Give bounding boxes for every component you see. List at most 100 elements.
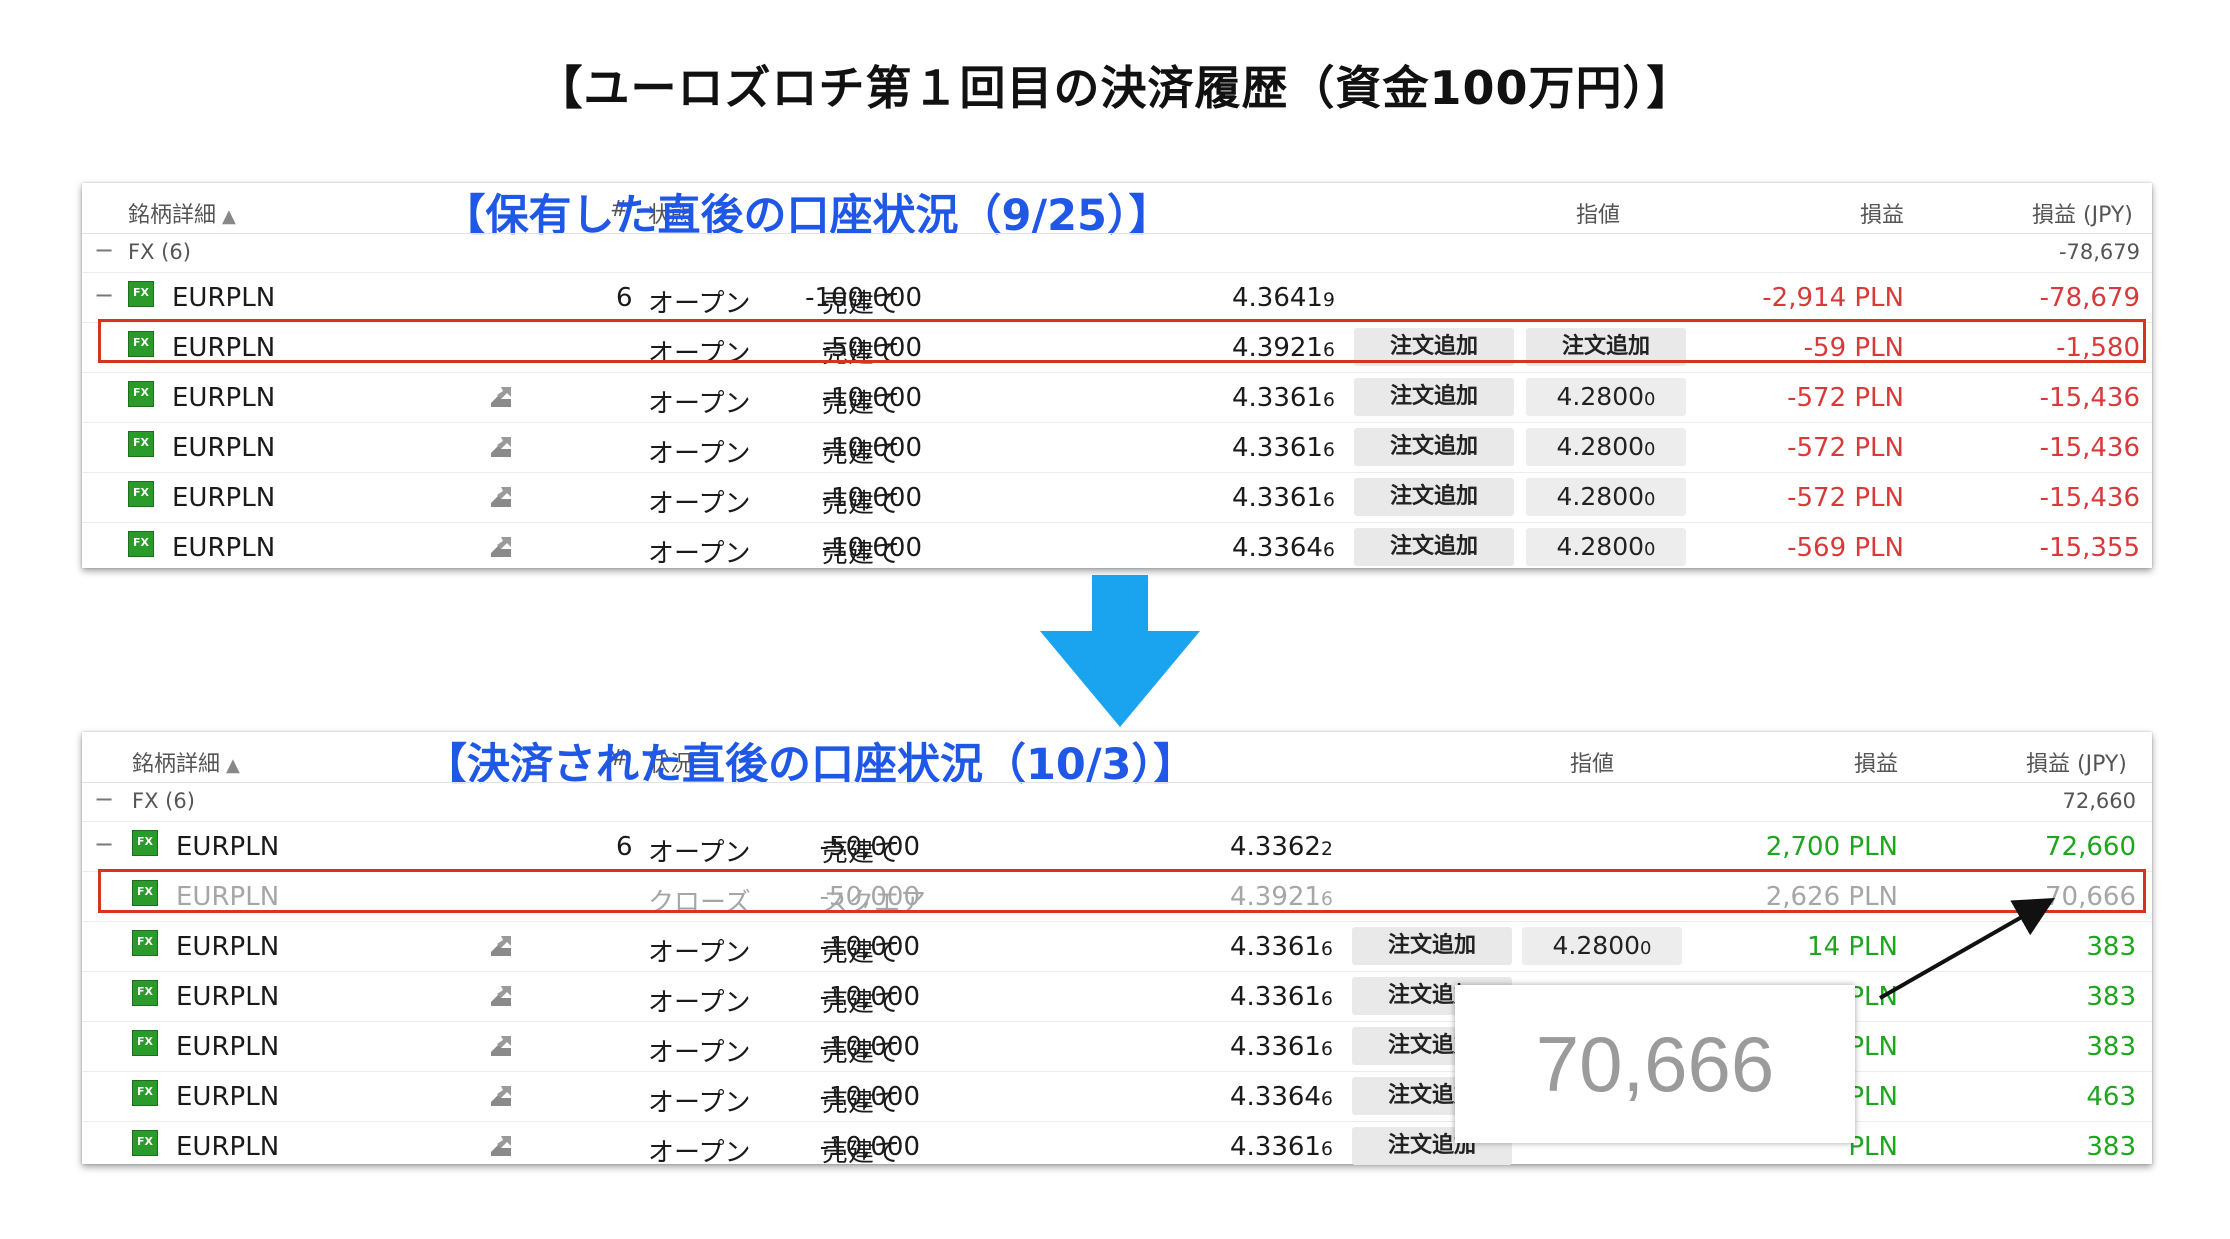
fx-icon: FX (128, 281, 154, 307)
parent-position-row[interactable]: − FX EURPLN 6 オープン 売建て -100,000 4.36419 … (82, 272, 2152, 322)
fx-icon: FX (132, 830, 158, 856)
fx-icon: FX (132, 930, 158, 956)
parent-position-row[interactable]: − FX EURPLN 6 オープン 売建て -50,000 4.33622 2… (82, 821, 2152, 871)
fx-icon: FX (132, 880, 158, 906)
position-row[interactable]: FX EURPLN オープン 売建て -10,000 4.33616 注文追加 4.28000… (82, 372, 2152, 422)
pl: 2,626 PLN (1765, 882, 1898, 912)
closed-position-row[interactable]: FX EURPLN クローズ スクエア -50,000 4.39216 2,62… (82, 871, 2152, 921)
add-order-button[interactable]: 注文追加 (1354, 328, 1514, 366)
status: オープン (648, 339, 751, 369)
limit-price[interactable]: 4.28000 (1526, 478, 1686, 516)
pl: 2,700 PLN (1765, 832, 1898, 862)
symbol[interactable]: EURPLN (176, 982, 279, 1012)
quantity: -10,000 (821, 533, 922, 563)
status: オープン (648, 539, 751, 569)
positions-panel-before: 銘柄詳細 ▲ # 状態 指値 損益 損益 (JPY) 【保有した直後の口座状況（9… (82, 183, 2152, 569)
status: オープン (648, 289, 751, 319)
collapse-icon[interactable]: − (94, 785, 114, 813)
split-arrows-icon (491, 387, 511, 407)
status: オープン (648, 1088, 751, 1118)
symbol[interactable]: EURPLN (176, 1132, 279, 1162)
header-pl-jpy[interactable]: 損益 (JPY) (2026, 746, 2127, 778)
rate: 4.33622 (1230, 832, 1333, 862)
position-row[interactable]: FX EURPLN オープン 売建て -10,000 4.33616 注文追加 4.28000… (82, 472, 2152, 522)
header-pl[interactable]: 損益 (1860, 197, 1904, 229)
pl: -2,914 PLN (1762, 283, 1904, 313)
rate: 4.33616 (1232, 433, 1335, 463)
add-order-button[interactable]: 注文追加 (1352, 927, 1512, 965)
symbol[interactable]: EURPLN (176, 1082, 279, 1112)
pl-jpy: 383 (2086, 1132, 2136, 1162)
rate: 4.33616 (1230, 982, 1333, 1012)
split-arrows-icon (491, 1086, 511, 1106)
collapse-icon[interactable]: − (94, 830, 114, 858)
quantity: -50,000 (821, 333, 922, 363)
collapse-icon[interactable]: − (94, 281, 114, 309)
fx-icon: FX (128, 431, 154, 457)
symbol[interactable]: EURPLN (176, 832, 279, 862)
pl-jpy: -15,355 (2039, 533, 2140, 563)
symbol[interactable]: EURPLN (176, 932, 279, 962)
fx-icon: FX (132, 1030, 158, 1056)
symbol[interactable]: EURPLN (172, 333, 275, 363)
pl: -569 PLN (1787, 533, 1904, 563)
symbol[interactable]: EURPLN (172, 383, 275, 413)
position-row[interactable]: FX EURPLN オープン 売建て -10,000 4.33646 注文追加 4.28000… (82, 522, 2152, 572)
pl: PLN (1848, 982, 1898, 1012)
page-title: 【ユーロズロチ第１回目の決済履歴（資金100万円）】 (536, 61, 1694, 115)
limit-price[interactable]: 4.28000 (1526, 428, 1686, 466)
header-pl[interactable]: 損益 (1854, 746, 1898, 778)
rate: 4.33616 (1230, 1032, 1333, 1062)
symbol[interactable]: EURPLN (176, 882, 279, 912)
group-row[interactable]: − FX (6) 72,660 (82, 782, 2152, 821)
rate: 4.33616 (1232, 383, 1335, 413)
add-limit-button[interactable]: 注文追加 (1526, 328, 1686, 366)
quantity: -10,000 (819, 982, 920, 1012)
header-limit[interactable]: 指値 (1570, 746, 1614, 778)
symbol[interactable]: EURPLN (172, 433, 275, 463)
rate: 4.33646 (1230, 1082, 1333, 1112)
down-arrow-icon (1040, 575, 1200, 727)
limit-price[interactable]: 4.28000 (1522, 927, 1682, 965)
limit-price[interactable]: 4.28000 (1526, 528, 1686, 566)
pl: -572 PLN (1787, 433, 1904, 463)
header-pl-jpy[interactable]: 損益 (JPY) (2032, 197, 2133, 229)
pl: -59 PLN (1803, 333, 1904, 363)
position-count: 6 (616, 832, 633, 862)
add-order-button[interactable]: 注文追加 (1354, 378, 1514, 416)
symbol[interactable]: EURPLN (172, 283, 275, 313)
pl: -572 PLN (1787, 383, 1904, 413)
position-row[interactable]: FX EURPLN オープン 売建て -10,000 4.33616 注文追加 4.28000… (82, 921, 2152, 971)
limit-price[interactable]: 4.28000 (1526, 378, 1686, 416)
group-row[interactable]: − FX (6) -78,679 (82, 233, 2152, 272)
split-arrows-icon (491, 986, 511, 1006)
split-arrows-icon (491, 936, 511, 956)
add-order-button[interactable]: 注文追加 (1354, 528, 1514, 566)
quantity: -10,000 (819, 932, 920, 962)
group-pl-jpy: 72,660 (2062, 789, 2136, 813)
rate: 4.33616 (1230, 932, 1333, 962)
pl-jpy: 463 (2086, 1082, 2136, 1112)
collapse-icon[interactable]: − (94, 236, 114, 264)
pl: PLN (1848, 1082, 1898, 1112)
fx-icon: FX (132, 1080, 158, 1106)
add-order-button[interactable]: 注文追加 (1354, 478, 1514, 516)
table-header: 銘柄詳細 ▲ # 状態 指値 損益 損益 (JPY) 【保有した直後の口座状況（9… (82, 183, 2152, 241)
symbol[interactable]: EURPLN (172, 483, 275, 513)
split-arrows-icon (491, 1136, 511, 1156)
quantity: -10,000 (821, 433, 922, 463)
add-order-button[interactable]: 注文追加 (1354, 428, 1514, 466)
symbol[interactable]: EURPLN (172, 533, 275, 563)
quantity: -10,000 (819, 1132, 920, 1162)
status: クローズ (648, 888, 751, 918)
rate: 4.33646 (1232, 533, 1335, 563)
symbol[interactable]: EURPLN (176, 1032, 279, 1062)
quantity: -100,000 (805, 283, 922, 313)
split-arrows-icon (491, 537, 511, 557)
fx-icon: FX (128, 531, 154, 557)
position-row[interactable]: FX EURPLN オープン 売建て -10,000 4.33616 注文追加 4.28000… (82, 422, 2152, 472)
fx-icon: FX (128, 481, 154, 507)
rate: 4.33616 (1232, 483, 1335, 513)
header-limit[interactable]: 指値 (1576, 197, 1620, 229)
position-row[interactable]: FX EURPLN オープン 売建て -50,000 4.39216 注文追加 注文追加 -59… (82, 322, 2152, 372)
